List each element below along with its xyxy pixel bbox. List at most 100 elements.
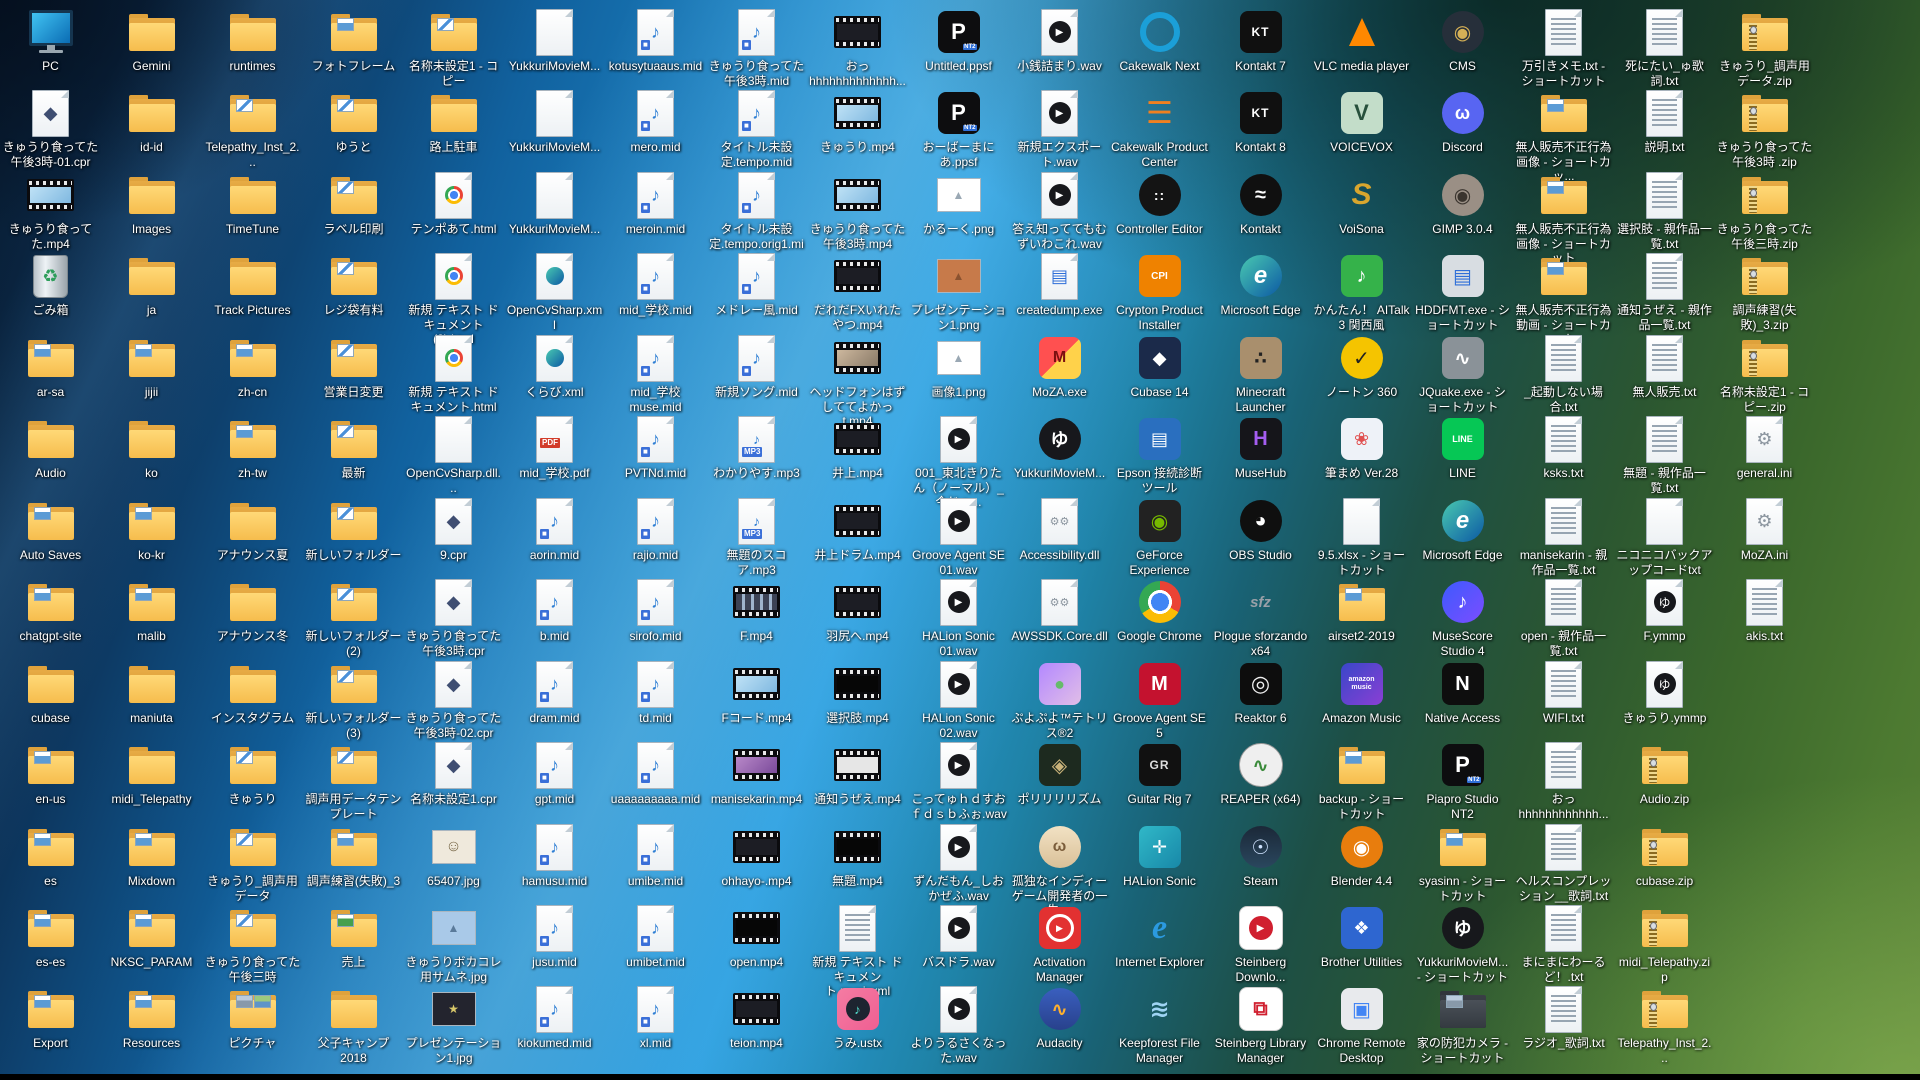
desktop-icon[interactable]: TimeTune	[204, 169, 301, 249]
desktop-icon[interactable]: YukkuriMovieM...	[506, 6, 603, 86]
desktop-icon[interactable]: 万引きメモ.txt - ショートカット	[1515, 6, 1612, 86]
desktop-icon[interactable]: ♪■ jusu.mid	[506, 902, 603, 982]
desktop-icon[interactable]: ▲ プレゼンテーション1.png	[910, 250, 1007, 330]
desktop-icon[interactable]: フォトフレーム	[305, 6, 402, 86]
desktop-icon[interactable]: ♻ ごみ箱	[2, 250, 99, 330]
desktop-icon[interactable]: LINE LINE	[1414, 413, 1511, 493]
desktop-icon[interactable]: 調声用データテンプレート	[305, 739, 402, 819]
desktop-icon[interactable]: Fコード.mp4	[708, 658, 805, 738]
desktop-icon[interactable]: F.mp4	[708, 576, 805, 656]
desktop-icon[interactable]: M Groove Agent SE 5	[1111, 658, 1208, 738]
desktop-icon[interactable]: open - 親作品一覧.txt	[1515, 576, 1612, 656]
desktop-icon[interactable]: ω 孤独なインディーゲーム開発者の一生 ...	[1011, 821, 1108, 901]
desktop-icon[interactable]: PNT2 Untitled.ppsf	[910, 6, 1007, 86]
desktop-icon[interactable]: ゆ きゅうり.ymmp	[1616, 658, 1713, 738]
desktop-icon[interactable]: midi_Telepathy.zip	[1616, 902, 1713, 982]
desktop-icon[interactable]: Mixdown	[103, 821, 200, 901]
desktop-icon[interactable]: ☉ Steam	[1212, 821, 1309, 901]
desktop-icon[interactable]: e Internet Explorer	[1111, 902, 1208, 982]
desktop-icon[interactable]: ✛ HALion Sonic	[1111, 821, 1208, 901]
desktop-icon[interactable]: ▣ Chrome Remote Desktop	[1313, 983, 1410, 1063]
desktop-icon[interactable]: e Microsoft Edge	[1212, 250, 1309, 330]
desktop-icon[interactable]: 新しいフォルダー (2)	[305, 576, 402, 656]
desktop-icon[interactable]: zh-tw	[204, 413, 301, 493]
desktop-icon[interactable]: レジ袋有料	[305, 250, 402, 330]
desktop-icon[interactable]: Telepathy_Inst_2...	[204, 87, 301, 167]
desktop-icon[interactable]: N Native Access	[1414, 658, 1511, 738]
desktop-icon[interactable]: Audio	[2, 413, 99, 493]
desktop-icon[interactable]: ksks.txt	[1515, 413, 1612, 493]
desktop-icon[interactable]: ♪■ umibet.mid	[607, 902, 704, 982]
desktop-icon[interactable]: ko	[103, 413, 200, 493]
desktop-icon[interactable]: Telepathy_Inst_2...	[1616, 983, 1713, 1063]
desktop-icon[interactable]: PNT2 Piapro Studio NT2	[1414, 739, 1511, 819]
desktop-icon[interactable]: ◆ 名称未設定1.cpr	[405, 739, 502, 819]
desktop-icon[interactable]: ko-kr	[103, 495, 200, 575]
desktop-icon[interactable]: ∴ Minecraft Launcher	[1212, 332, 1309, 412]
desktop-icon[interactable]: ✓ ノートン 360	[1313, 332, 1410, 412]
desktop-icon[interactable]: ◆ 9.cpr	[405, 495, 502, 575]
desktop-icon[interactable]: ♪■ mero.mid	[607, 87, 704, 167]
desktop-icon[interactable]: Images	[103, 169, 200, 249]
desktop-icon[interactable]: ゆ F.ymmp	[1616, 576, 1713, 656]
desktop-icon[interactable]: くらび.xml	[506, 332, 603, 412]
desktop-icon[interactable]: :: Controller Editor	[1111, 169, 1208, 249]
desktop-icon[interactable]: ◉ GIMP 3.0.4	[1414, 169, 1511, 249]
desktop-icon[interactable]: ⧉ Steinberg Library Manager	[1212, 983, 1309, 1063]
desktop-icon[interactable]: M MoZA.exe	[1011, 332, 1108, 412]
desktop-icon[interactable]: ニコニコバックアップコードtxt	[1616, 495, 1713, 575]
desktop-icon[interactable]: KT Kontakt 8	[1212, 87, 1309, 167]
desktop-icon[interactable]: 新しいフォルダー	[305, 495, 402, 575]
desktop-icon[interactable]: きゅうり.mp4	[809, 87, 906, 167]
desktop-icon[interactable]: YukkuriMovieM...	[506, 169, 603, 249]
desktop-icon[interactable]: アナウンス夏	[204, 495, 301, 575]
desktop-icon[interactable]: きゅうり食ってた午後三時.zip	[1716, 169, 1813, 249]
desktop-icon[interactable]: ▶ バスドラ.wav	[910, 902, 1007, 982]
desktop-icon[interactable]: ◉ CMS	[1414, 6, 1511, 86]
desktop-icon[interactable]: Cakewalk Next	[1111, 6, 1208, 86]
desktop-icon[interactable]: ♪■ PVTNd.mid	[607, 413, 704, 493]
desktop-icon[interactable]: chatgpt-site	[2, 576, 99, 656]
desktop-icon[interactable]: ∿ JQuake.exe - ショートカット	[1414, 332, 1511, 412]
desktop-icon[interactable]: 通知うぜえ - 親作品一覧.txt	[1616, 250, 1713, 330]
desktop-icon[interactable]: manisekarin - 親作品一覧.txt	[1515, 495, 1612, 575]
desktop-icon[interactable]: 営業日変更	[305, 332, 402, 412]
desktop-icon[interactable]: おっhhhhhhhhhhhh...	[1515, 739, 1612, 819]
desktop-icon[interactable]: syasinn - ショートカット	[1414, 821, 1511, 901]
desktop-icon[interactable]: ♪ かんたん！ AITalk 3 関西風	[1313, 250, 1410, 330]
desktop-icon[interactable]: cubase	[2, 658, 99, 738]
desktop-icon[interactable]: ♪■ kiokumed.mid	[506, 983, 603, 1063]
desktop-icon[interactable]: ♪■ sirofo.mid	[607, 576, 704, 656]
desktop-icon[interactable]: ▶ HALion Sonic 02.wav	[910, 658, 1007, 738]
desktop-icon[interactable]: ▤ createdump.exe	[1011, 250, 1108, 330]
desktop-icon[interactable]: ▲ きゅうりボカコレ用サムネ.jpg	[405, 902, 502, 982]
desktop-icon[interactable]: 家の防犯カメラ - ショートカット	[1414, 983, 1511, 1063]
desktop-icon[interactable]: きゅうり食ってた午後三時	[204, 902, 301, 982]
desktop-icon[interactable]: ▶ 小銭詰まり.wav	[1011, 6, 1108, 86]
desktop-icon[interactable]: ★ プレゼンテーション1.jpg	[405, 983, 502, 1063]
desktop-icon[interactable]: OpenCvSharp.xml	[506, 250, 603, 330]
desktop-icon[interactable]: ▶ Steinberg Downlo...	[1212, 902, 1309, 982]
desktop-icon[interactable]: 新規 テキスト ドキュメント (2).html	[405, 250, 502, 330]
desktop-icon[interactable]: ◆ Cubase 14	[1111, 332, 1208, 412]
desktop-icon[interactable]: VLC media player	[1313, 6, 1410, 86]
desktop-icon[interactable]: NKSC_PARAM	[103, 902, 200, 982]
desktop-icon[interactable]: ⚙ general.ini	[1716, 413, 1813, 493]
desktop-icon[interactable]: PNT2 おーばーまにあ.ppsf	[910, 87, 1007, 167]
desktop-icon[interactable]: Resources	[103, 983, 200, 1063]
desktop-icon[interactable]: ♪MP3 わかりやす.mp3	[708, 413, 805, 493]
desktop-icon[interactable]: ▶ 答え知っててもむずいわこれ.wav	[1011, 169, 1108, 249]
desktop-icon[interactable]: ▶ 新規エクスポート.wav	[1011, 87, 1108, 167]
desktop-icon[interactable]: sfz Plogue sforzando x64	[1212, 576, 1309, 656]
desktop-icon[interactable]: airset2-2019	[1313, 576, 1410, 656]
desktop-icon[interactable]: PC	[2, 6, 99, 86]
desktop-icon[interactable]: 選択肢.mp4	[809, 658, 906, 738]
desktop-icon[interactable]: ◆ きゅうり食ってた午後3時-02.cpr	[405, 658, 502, 738]
desktop-icon[interactable]: jijii	[103, 332, 200, 412]
desktop-icon[interactable]: H MuseHub	[1212, 413, 1309, 493]
desktop-icon[interactable]: Audio.zip	[1616, 739, 1713, 819]
desktop-icon[interactable]: 無題.mp4	[809, 821, 906, 901]
desktop-icon[interactable]: 9.5.xlsx - ショートカット	[1313, 495, 1410, 575]
desktop-icon[interactable]: ♪■ gpt.mid	[506, 739, 603, 819]
desktop-icon[interactable]: Google Chrome	[1111, 576, 1208, 656]
